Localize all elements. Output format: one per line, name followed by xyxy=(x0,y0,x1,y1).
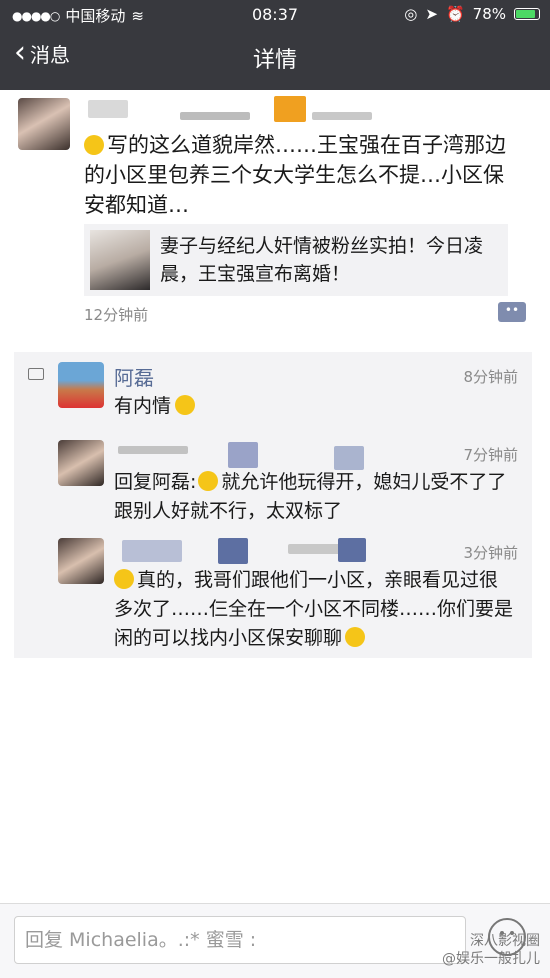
redacted-name xyxy=(122,540,182,562)
watermark-line2: @娱乐一般扎儿 xyxy=(442,951,540,967)
redacted-name xyxy=(218,538,248,564)
redacted-name xyxy=(88,100,128,118)
avatar[interactable] xyxy=(58,538,104,584)
redacted-name xyxy=(274,96,306,122)
moment-post: 写的这么道貌岸然……王宝强在百子湾那边的小区里包养三个女大学生怎么不提…小区保安… xyxy=(0,90,550,342)
redacted-name xyxy=(118,446,188,454)
nav-bar: ‹ 消息 详情 xyxy=(0,28,550,88)
page-title: 详情 xyxy=(252,48,297,73)
avatar[interactable] xyxy=(18,98,70,150)
comment-item[interactable]: 3分钟前 真的，我哥们跟他们一小区，亲眼看见过很多次了……仨全在一个小区不同楼…… xyxy=(58,538,518,654)
top-bar: ●●●●○ 中国移动 ≋ 08:37 ◎ ➤ ⏰ 78% ‹ 消息 详情 xyxy=(0,0,550,90)
link-title: 妻子与经纪人奸情被粉丝实拍！今日凌晨，王宝强宣布离婚！ xyxy=(160,235,484,285)
comments-panel: 阿磊 8分钟前 有内情 7分钟前 回复阿磊: 就允许他玩得开，媳妇儿受不了了跟别人… xyxy=(14,352,532,658)
reply-input[interactable]: 回复 Michaelia。.:* 蜜雪 : xyxy=(14,916,466,964)
comment-item[interactable]: 阿磊 8分钟前 有内情 xyxy=(58,362,518,422)
embarrassed-emoji-icon xyxy=(114,569,134,589)
link-thumbnail xyxy=(90,230,150,290)
battery-percent: 78% xyxy=(472,5,506,23)
comment-time: 8分钟前 xyxy=(463,368,518,386)
redacted-name xyxy=(312,112,372,120)
commenter-name[interactable]: 阿磊 xyxy=(114,362,154,391)
embarrassed-emoji-icon xyxy=(84,135,104,155)
location-icon: ➤ xyxy=(425,5,438,23)
redacted-name xyxy=(180,112,250,120)
comment-item[interactable]: 7分钟前 回复阿磊: 就允许他玩得开，媳妇儿受不了了跟别人好就不行，太双标了 xyxy=(58,440,518,532)
redacted-name xyxy=(334,446,364,470)
alarm-icon: ⏰ xyxy=(445,5,465,23)
post-text: 写的这么道貌岸然……王宝强在百子湾那边的小区里包养三个女大学生怎么不提…小区保安… xyxy=(84,133,506,217)
comment-time: 7分钟前 xyxy=(463,446,518,464)
shared-link-card[interactable]: 妻子与经纪人奸情被粉丝实拍！今日凌晨，王宝强宣布离婚！ xyxy=(84,224,508,296)
redacted-name xyxy=(338,538,366,562)
avatar[interactable] xyxy=(58,362,104,408)
avatar[interactable] xyxy=(58,440,104,486)
comment-time: 3分钟前 xyxy=(463,544,518,562)
redacted-name xyxy=(228,442,258,468)
battery-icon xyxy=(514,8,540,20)
status-bar: ●●●●○ 中国移动 ≋ 08:37 ◎ ➤ ⏰ 78% xyxy=(0,0,550,28)
reply-prefix: 回复阿磊: xyxy=(114,471,197,493)
comment-options-button[interactable]: •• xyxy=(498,302,526,322)
laughing-emoji-icon xyxy=(198,471,219,491)
laughing-emoji-icon xyxy=(345,627,366,647)
comment-icon xyxy=(28,368,44,380)
watermark-line1: 深八影视圈 xyxy=(470,933,540,949)
wink-emoji-icon xyxy=(175,395,196,415)
post-time: 12分钟前 xyxy=(84,306,149,324)
comment-text: 真的，我哥们跟他们一小区，亲眼看见过很多次了……仨全在一个小区不同楼……你们要是… xyxy=(114,569,514,649)
comment-text: 有内情 xyxy=(114,395,172,417)
watermark: 深八影视圈 @娱乐一般扎儿 xyxy=(442,932,540,968)
lock-rotation-icon: ◎ xyxy=(404,5,418,23)
